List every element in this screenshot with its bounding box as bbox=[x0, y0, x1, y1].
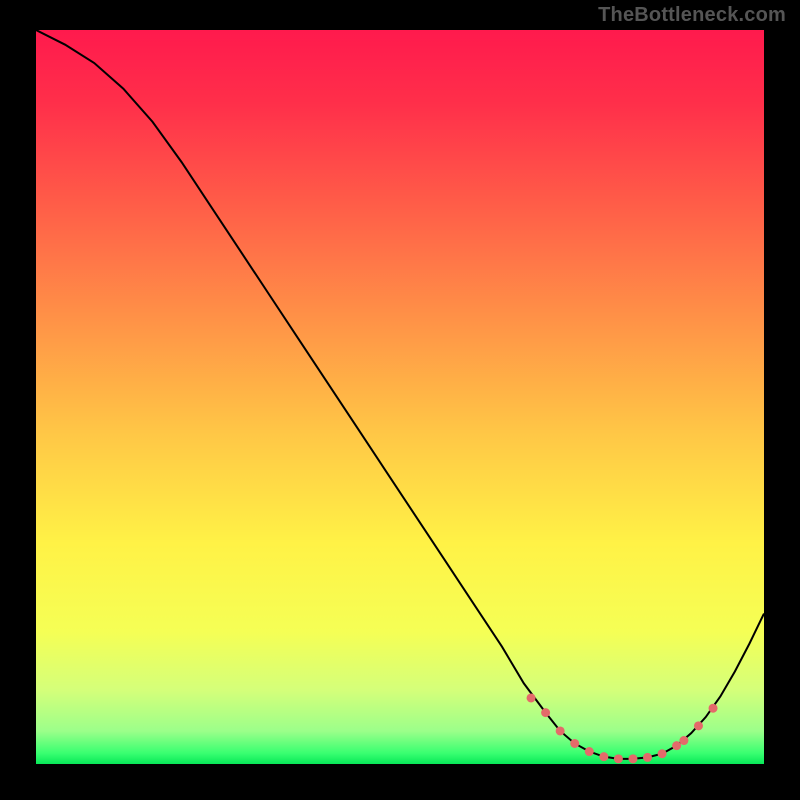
highlight-dot bbox=[599, 752, 608, 761]
highlight-dot bbox=[694, 721, 703, 730]
chart-frame: TheBottleneck.com bbox=[0, 0, 800, 800]
highlight-dot bbox=[658, 749, 667, 758]
highlight-dot bbox=[614, 754, 623, 763]
highlight-dot bbox=[672, 741, 681, 750]
plot-area bbox=[36, 30, 764, 764]
highlight-dot bbox=[570, 739, 579, 748]
highlight-dot bbox=[556, 726, 565, 735]
highlight-dot bbox=[709, 704, 718, 713]
watermark-text: TheBottleneck.com bbox=[598, 4, 786, 27]
highlight-dot bbox=[527, 693, 536, 702]
highlight-dot bbox=[679, 736, 688, 745]
gradient-background bbox=[36, 30, 764, 764]
highlight-dot bbox=[585, 747, 594, 756]
highlight-dot bbox=[643, 753, 652, 762]
highlight-dot bbox=[541, 708, 550, 717]
bottleneck-chart bbox=[36, 30, 764, 764]
highlight-dot bbox=[628, 754, 637, 763]
